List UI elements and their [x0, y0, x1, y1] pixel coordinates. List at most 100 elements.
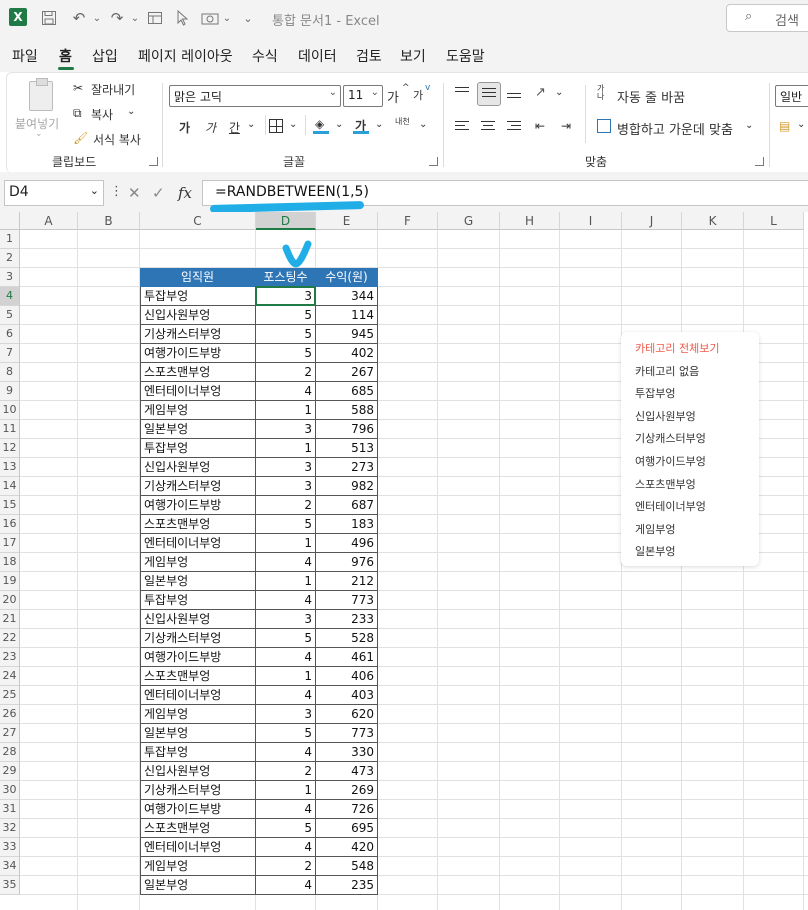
redo-dropdown-icon[interactable]: ⌄: [130, 8, 140, 28]
posting-count-cell[interactable]: 2: [256, 496, 316, 515]
row-header-1[interactable]: 1: [0, 230, 20, 249]
posting-count-cell[interactable]: 4: [256, 382, 316, 401]
posting-count-cell[interactable]: 4: [256, 591, 316, 610]
posting-count-cell[interactable]: 3: [256, 477, 316, 496]
revenue-cell[interactable]: 235: [316, 876, 378, 895]
row-header-15[interactable]: 15: [0, 496, 20, 515]
posting-count-cell[interactable]: 3: [256, 420, 316, 439]
row-header-26[interactable]: 26: [0, 705, 20, 724]
revenue-cell[interactable]: 513: [316, 439, 378, 458]
posting-count-cell[interactable]: 2: [256, 762, 316, 781]
category-item[interactable]: 카테고리 없음: [635, 363, 699, 379]
employee-cell[interactable]: 기상캐스터부엉: [140, 629, 256, 648]
revenue-cell[interactable]: 461: [316, 648, 378, 667]
copy-dropdown-icon[interactable]: ⌄: [127, 106, 135, 117]
posting-count-cell[interactable]: 1: [256, 781, 316, 800]
pointer-icon[interactable]: [176, 8, 190, 28]
employee-cell[interactable]: 신입사원부엉: [140, 306, 256, 325]
copy-icon[interactable]: ⧉: [73, 106, 82, 121]
row-header-27[interactable]: 27: [0, 724, 20, 743]
paste-icon[interactable]: [29, 78, 53, 111]
employee-cell[interactable]: 스포츠맨부엉: [140, 363, 256, 382]
employee-cell[interactable]: 게임부엉: [140, 705, 256, 724]
employee-cell[interactable]: 스포츠맨부엉: [140, 515, 256, 534]
wrap-text-icon[interactable]: 가나: [597, 85, 604, 101]
category-item[interactable]: 게임부엉: [635, 521, 675, 537]
tab-review[interactable]: 검토: [356, 46, 382, 66]
employee-cell[interactable]: 여행가이드부방: [140, 648, 256, 667]
bold-button[interactable]: 가: [179, 119, 190, 136]
posting-count-cell[interactable]: 4: [256, 686, 316, 705]
enter-icon[interactable]: ✓: [152, 184, 165, 202]
row-header-16[interactable]: 16: [0, 515, 20, 534]
underline-dropdown-icon[interactable]: ⌄: [247, 119, 255, 130]
posting-count-cell[interactable]: 5: [256, 629, 316, 648]
revenue-cell[interactable]: 402: [316, 344, 378, 363]
posting-count-cell[interactable]: 5: [256, 306, 316, 325]
copy-button[interactable]: 복사: [91, 106, 113, 123]
revenue-cell[interactable]: 588: [316, 401, 378, 420]
revenue-cell[interactable]: 976: [316, 553, 378, 572]
column-header-g[interactable]: G: [438, 212, 500, 230]
undo-icon[interactable]: ↶: [70, 8, 88, 28]
decrease-indent-icon[interactable]: ⇤: [535, 119, 545, 133]
row-header-32[interactable]: 32: [0, 819, 20, 838]
employee-cell[interactable]: 엔터테이너부엉: [140, 382, 256, 401]
posting-count-cell[interactable]: 4: [256, 553, 316, 572]
row-header-22[interactable]: 22: [0, 629, 20, 648]
undo-dropdown-icon[interactable]: ⌄: [92, 8, 102, 28]
posting-count-cell[interactable]: 2: [256, 857, 316, 876]
alignment-launcher-icon[interactable]: [755, 157, 764, 166]
merge-center-icon[interactable]: [597, 119, 611, 133]
name-box[interactable]: D4 ⌄: [4, 180, 104, 206]
revenue-cell[interactable]: 796: [316, 420, 378, 439]
tab-formulas[interactable]: 수식: [252, 46, 278, 66]
row-header-24[interactable]: 24: [0, 667, 20, 686]
posting-count-cell[interactable]: 3: [256, 458, 316, 477]
revenue-cell[interactable]: 406: [316, 667, 378, 686]
form-icon[interactable]: [146, 8, 164, 28]
row-header-14[interactable]: 14: [0, 477, 20, 496]
employee-cell[interactable]: 기상캐스터부엉: [140, 781, 256, 800]
revenue-cell[interactable]: 212: [316, 572, 378, 591]
employee-cell[interactable]: 스포츠맨부엉: [140, 819, 256, 838]
revenue-cell[interactable]: 344: [316, 287, 378, 306]
cut-icon[interactable]: ✂: [73, 81, 83, 95]
revenue-cell[interactable]: 420: [316, 838, 378, 857]
merge-center-button[interactable]: 병합하고 가운데 맞춤: [617, 119, 733, 138]
revenue-cell[interactable]: 982: [316, 477, 378, 496]
tab-help[interactable]: 도움말: [446, 46, 485, 66]
italic-button[interactable]: 가: [205, 119, 216, 136]
revenue-cell[interactable]: 773: [316, 724, 378, 743]
search-box[interactable]: ⌕ 검색: [726, 4, 808, 32]
revenue-cell[interactable]: 687: [316, 496, 378, 515]
posting-count-cell[interactable]: 5: [256, 325, 316, 344]
customize-chevron-icon[interactable]: ⌄: [242, 8, 254, 28]
row-header-28[interactable]: 28: [0, 743, 20, 762]
revenue-cell[interactable]: 330: [316, 743, 378, 762]
row-header-13[interactable]: 13: [0, 458, 20, 477]
paste-dropdown-icon[interactable]: ⌄: [35, 129, 43, 139]
align-right-icon[interactable]: [507, 121, 521, 133]
category-item[interactable]: 일본부엉: [635, 543, 675, 559]
increase-indent-icon[interactable]: ⇥: [561, 119, 571, 133]
row-header-6[interactable]: 6: [0, 325, 20, 344]
revenue-cell[interactable]: 528: [316, 629, 378, 648]
align-top-icon[interactable]: [455, 87, 469, 99]
posting-count-cell[interactable]: 3: [256, 705, 316, 724]
column-header-d[interactable]: D: [256, 212, 316, 230]
revenue-cell[interactable]: 273: [316, 458, 378, 477]
underline-button[interactable]: 간: [229, 119, 240, 136]
camera-dropdown-icon[interactable]: ⌄: [222, 8, 232, 28]
employee-cell[interactable]: 여행가이드부방: [140, 496, 256, 515]
row-header-3[interactable]: 3: [0, 268, 20, 287]
accounting-format-icon[interactable]: ▤: [779, 119, 790, 133]
column-header-c[interactable]: C: [140, 212, 256, 230]
row-header-12[interactable]: 12: [0, 439, 20, 458]
employee-cell[interactable]: 기상캐스터부엉: [140, 325, 256, 344]
revenue-cell[interactable]: 403: [316, 686, 378, 705]
employee-cell[interactable]: 엔터테이너부엉: [140, 838, 256, 857]
column-header-h[interactable]: H: [500, 212, 560, 230]
category-item[interactable]: 신입사원부엉: [635, 408, 696, 424]
employee-cell[interactable]: 엔터테이너부엉: [140, 534, 256, 553]
